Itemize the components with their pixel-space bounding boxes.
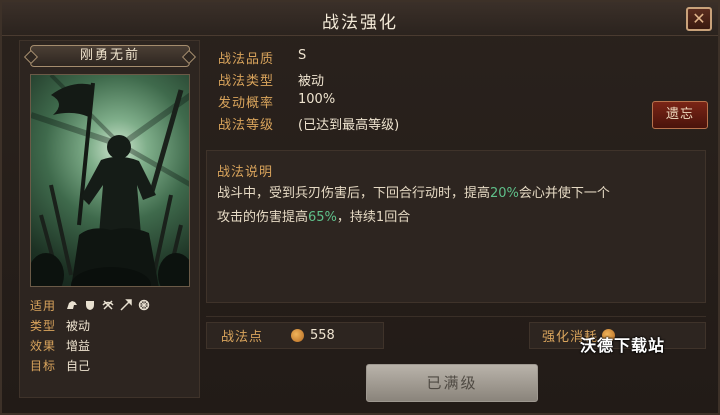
quality-label: 战法品质 <box>218 52 275 67</box>
target-row: 目标 自己 <box>30 355 195 375</box>
type-row: 类型 被动 <box>30 315 195 335</box>
close-button[interactable]: ✕ <box>686 7 712 31</box>
effect-value: 增益 <box>66 338 91 353</box>
trigger-rate-value: 100% <box>298 92 336 107</box>
description-part-4: ，持续1回合 <box>336 210 411 225</box>
applicable-troops-row: 适用 <box>30 295 195 315</box>
skill-points-label: 战法点 <box>221 330 264 345</box>
window-title: 战法强化 <box>322 13 398 33</box>
crossbow-icon <box>102 300 114 310</box>
watermark: 沃德下载站 <box>580 336 666 355</box>
skill-card: 刚勇无前 适用 类型 被动 效果 增益 目标 自己 <box>19 40 200 398</box>
forget-button[interactable]: 遗忘 <box>652 101 708 129</box>
skill-type-value: 被动 <box>298 74 325 89</box>
description-value-2: 65% <box>308 210 337 225</box>
skill-type-label: 战法类型 <box>218 74 275 89</box>
skill-points-icon <box>291 329 304 342</box>
troop-type-icons <box>66 299 150 311</box>
title-bar: 战法强化 ✕ <box>2 2 718 36</box>
type-label: 类型 <box>30 318 57 333</box>
target-value: 自己 <box>66 358 91 373</box>
description-value-1: 20% <box>490 186 519 201</box>
quality-value: S <box>298 48 307 63</box>
description-text: 战斗中，受到兵刃伤害后，下回合行动时，提高20%会心并使下一个攻击的伤害提高65… <box>217 182 697 230</box>
skill-attributes: 适用 类型 被动 效果 增益 目标 自己 <box>30 295 195 375</box>
skill-level-row: 战法等级 (已达到最高等级) <box>218 114 399 134</box>
spear-icon <box>120 299 132 311</box>
skill-points-value: 558 <box>310 328 335 343</box>
skill-level-value: (已达到最高等级) <box>298 118 400 133</box>
skill-points-box: 战法点 558 <box>206 322 384 349</box>
effect-label: 效果 <box>30 338 57 353</box>
trigger-rate-row: 发动概率 100% <box>218 92 335 112</box>
warrior-illustration <box>31 75 189 286</box>
skill-type-row: 战法类型 被动 <box>218 70 324 90</box>
divider <box>206 316 706 317</box>
maxed-level-button[interactable]: 已满级 <box>366 364 538 402</box>
target-label: 目标 <box>30 358 57 373</box>
description-part-2: 会心并使下一个 <box>518 186 610 201</box>
description-part-3: 攻击的伤害提高 <box>217 210 309 225</box>
effect-row: 效果 增益 <box>30 335 195 355</box>
description-title: 战法说明 <box>217 165 274 180</box>
siege-icon <box>138 299 150 311</box>
skill-enhance-window: 战法强化 ✕ 刚勇无前 适用 类型 被动 效果 增益 目标 自己 战法品质 S … <box>0 0 720 415</box>
description-part-1: 战斗中，受到兵刃伤害后，下回合行动时，提高 <box>217 186 491 201</box>
cavalry-icon <box>67 301 77 309</box>
skill-level-label: 战法等级 <box>218 118 275 133</box>
description-panel: 战法说明 战斗中，受到兵刃伤害后，下回合行动时，提高20%会心并使下一个攻击的伤… <box>206 150 706 303</box>
shield-icon <box>86 301 94 310</box>
applicable-label: 适用 <box>30 298 57 313</box>
skill-portrait <box>30 74 190 287</box>
trigger-rate-label: 发动概率 <box>218 96 275 111</box>
quality-row: 战法品质 S <box>218 48 306 68</box>
skill-name: 刚勇无前 <box>30 45 190 67</box>
type-value: 被动 <box>66 318 91 333</box>
